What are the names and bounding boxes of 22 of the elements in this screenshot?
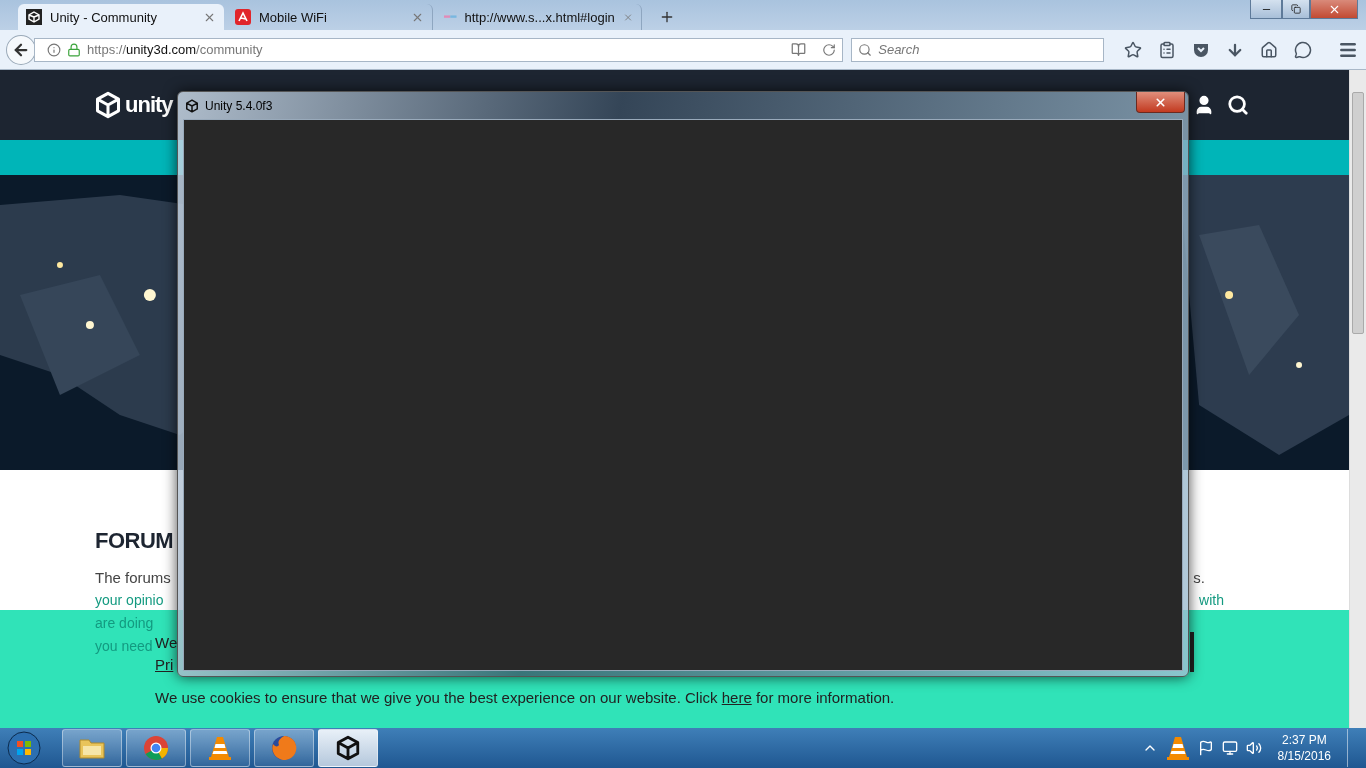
search-field[interactable]: Search xyxy=(851,37,1104,62)
browser-tab[interactable]: Unity - Community xyxy=(18,4,224,30)
clock-time[interactable]: 2:37 PM xyxy=(1281,732,1327,748)
cookie-message: We use cookies to ensure that we give you the best experience on our website. Click here for more information. xyxy=(155,688,896,708)
more-info-link[interactable]: here xyxy=(721,689,752,706)
body-text: with xyxy=(1199,591,1224,610)
body-text: your opinio xyxy=(95,591,164,610)
section-heading: FORUM xyxy=(95,528,175,554)
logo-text[interactable]: unity xyxy=(125,92,173,118)
clock-date[interactable]: 8/15/2016 xyxy=(1277,748,1331,764)
notice-text: We xyxy=(155,633,178,653)
tab-title: Unity - Community xyxy=(50,9,158,25)
body-text: you need xyxy=(95,637,153,656)
body-text: are doing xyxy=(95,614,154,633)
body-text: The forums xyxy=(95,568,171,588)
window-title: Unity 5.4.0f3 xyxy=(205,98,273,113)
body-text: s. xyxy=(1193,568,1205,588)
url-text: https://unity3d.com/community xyxy=(86,42,264,57)
url-field[interactable]: https://unity3d.com/community xyxy=(33,37,844,62)
tab-title: Mobile WiFi xyxy=(259,9,328,25)
tab-title: http://www.s...x.html#login xyxy=(464,9,615,25)
privacy-link[interactable]: Pri xyxy=(155,656,174,673)
